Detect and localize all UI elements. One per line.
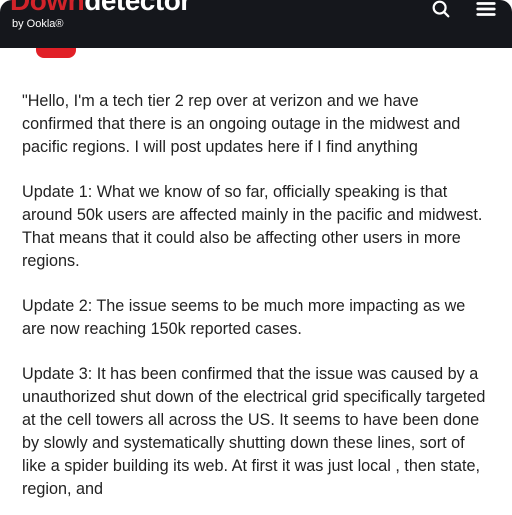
site-logo[interactable]: Downdetector [10,0,191,15]
header-actions [426,0,502,24]
menu-button[interactable] [470,0,502,24]
search-button[interactable] [426,0,456,24]
menu-icon [474,0,498,20]
search-icon [430,0,452,20]
post-paragraph: Update 3: It has been confirmed that the… [22,363,490,501]
avatar-partial [36,48,76,58]
logo-part-detector: detector [84,0,190,16]
post-paragraph: Update 2: The issue seems to be much mor… [22,295,490,341]
post-paragraph: Update 1: What we know of so far, offici… [22,181,490,273]
site-header: Downdetector by Ookla® [0,0,512,48]
logo-part-down: Down [10,0,84,16]
post-body: "Hello, I'm a tech tier 2 rep over at ve… [0,48,512,501]
app-viewport: Downdetector by Ookla® [0,0,512,515]
logo-byline: by Ookla® [12,18,64,30]
post-paragraph: "Hello, I'm a tech tier 2 rep over at ve… [22,90,490,159]
